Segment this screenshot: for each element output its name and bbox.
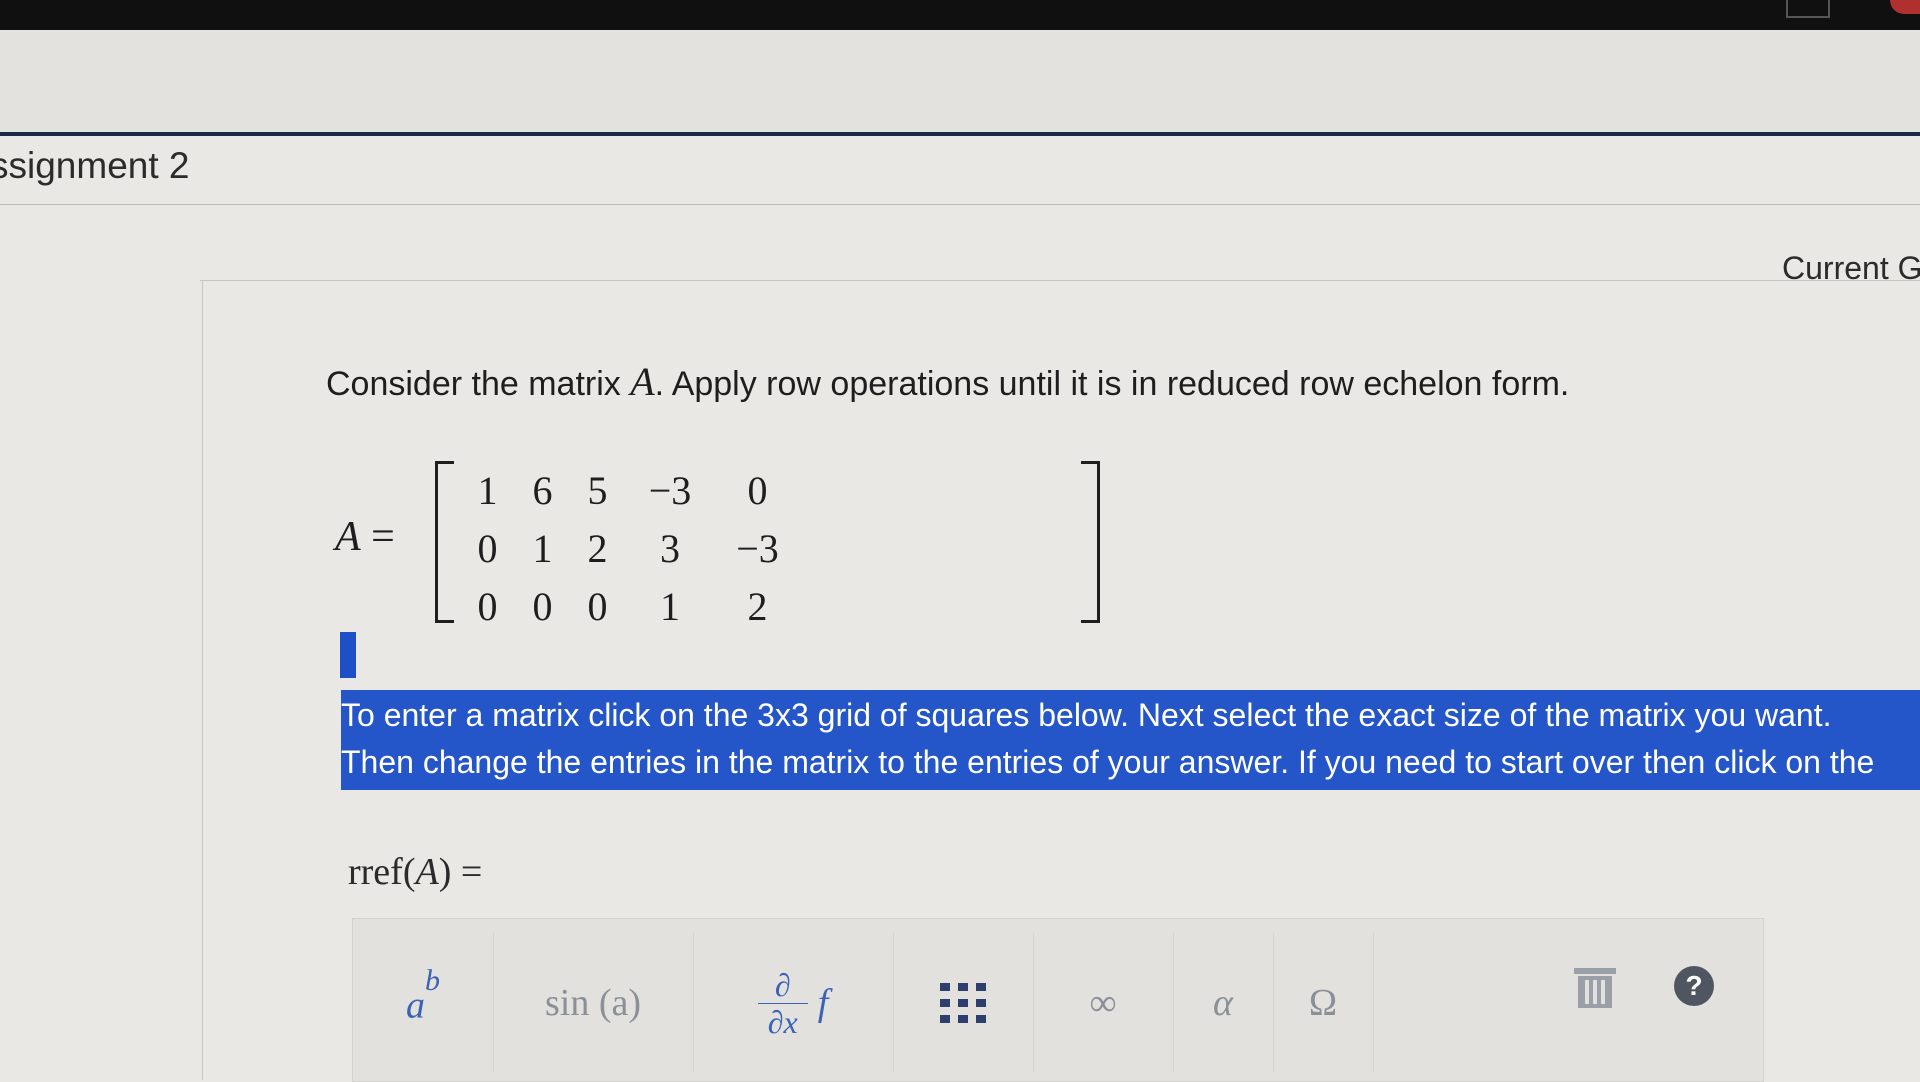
alpha-icon: α (1213, 982, 1233, 1024)
matrix-cell: 2 (587, 525, 608, 571)
derivative-button[interactable]: ∂ ∂x f (693, 933, 894, 1073)
matrix-cell: 1 (532, 525, 553, 571)
answer-label-var: A (415, 851, 439, 893)
infinity-icon: ∞ (1089, 982, 1117, 1024)
derivative-num: ∂ (774, 966, 791, 1003)
matrix-equals: = (360, 514, 395, 560)
trash-icon[interactable] (1574, 968, 1616, 1008)
matrix-cell: 0 (477, 525, 498, 571)
matrix-row: 1 6 5 −3 0 (460, 461, 800, 519)
matrix-left-bracket (435, 461, 454, 623)
power-button[interactable]: ab (353, 933, 494, 1073)
matrix-cell: 0 (747, 467, 768, 513)
omega-icon: Ω (1308, 982, 1338, 1024)
power-exp: b (425, 964, 440, 998)
matrix-cell: −3 (648, 467, 692, 513)
answer-label: rref(A) = (348, 850, 482, 894)
derivative-icon: ∂ ∂x (757, 966, 808, 1040)
matrix-cell: 5 (587, 467, 608, 513)
power-base: a (406, 984, 425, 1027)
question-text-before: Consider the matrix (326, 365, 631, 403)
matrix-lhs: A = (335, 513, 395, 561)
trig-button[interactable]: sin (a) (493, 933, 694, 1073)
window-control-icon[interactable] (1786, 0, 1830, 18)
title-divider (0, 204, 1920, 205)
matrix-grid-button[interactable] (893, 933, 1034, 1073)
infinity-button[interactable]: ∞ (1033, 933, 1174, 1073)
matrix-cell: 6 (532, 467, 553, 513)
matrix-row: 0 0 0 1 2 (460, 577, 800, 635)
matrix-grid: 1 6 5 −3 0 0 1 2 3 −3 0 0 0 1 2 (460, 461, 800, 635)
matrix-grid-icon (940, 983, 986, 1023)
panel-left-border (202, 280, 203, 1080)
question-matrix-var: A (630, 359, 655, 404)
answer-label-suffix: ) = (438, 851, 483, 893)
notification-dot-icon[interactable] (1890, 0, 1920, 14)
matrix-cell: −3 (736, 525, 779, 571)
text-cursor (340, 632, 356, 678)
matrix-display: A = 1 6 5 −3 0 0 1 2 3 −3 0 0 0 1 2 (335, 455, 1100, 629)
window-top-bar (0, 0, 1920, 30)
question-text-after: . Apply row operations until it is in re… (654, 365, 1570, 403)
matrix-cell: 1 (660, 583, 680, 629)
matrix-cell: 1 (477, 467, 498, 513)
matrix-cell: 2 (747, 583, 768, 629)
matrix-row: 0 1 2 3 −3 (460, 519, 800, 577)
math-toolbar: ab sin (a) ∂ ∂x f ∞ α Ω (352, 918, 1764, 1082)
current-grade-label: Current G (1782, 250, 1920, 286)
question-text: Consider the matrix A. Apply row operati… (326, 358, 1569, 405)
assignment-title: ssignment 2 (0, 145, 190, 186)
instructions-line-1: To enter a matrix click on the 3x3 grid … (341, 697, 1832, 733)
instructions-line-2: Then change the entries in the matrix to… (341, 744, 1875, 780)
greek-alpha-button[interactable]: α (1173, 933, 1274, 1073)
matrix-cell: 0 (532, 583, 553, 629)
help-icon[interactable]: ? (1674, 966, 1714, 1006)
power-icon: ab (406, 964, 440, 1028)
matrix-lhs-var: A (335, 514, 361, 560)
derivative-den: ∂x (767, 1003, 798, 1040)
matrix-cell: 0 (477, 583, 498, 629)
instructions-highlighted: To enter a matrix click on the 3x3 grid … (341, 690, 1920, 790)
header-divider (0, 132, 1920, 136)
answer-label-prefix: rref( (348, 851, 416, 893)
derivative-fn: f (817, 982, 829, 1024)
panel-top-border (200, 280, 1920, 281)
matrix-right-bracket (1081, 461, 1100, 623)
matrix-cell: 0 (587, 583, 608, 629)
matrix-cell: 3 (660, 525, 680, 571)
symbol-omega-button[interactable]: Ω (1273, 933, 1374, 1073)
page-banner (0, 30, 1920, 132)
trig-icon: sin (a) (544, 982, 642, 1024)
